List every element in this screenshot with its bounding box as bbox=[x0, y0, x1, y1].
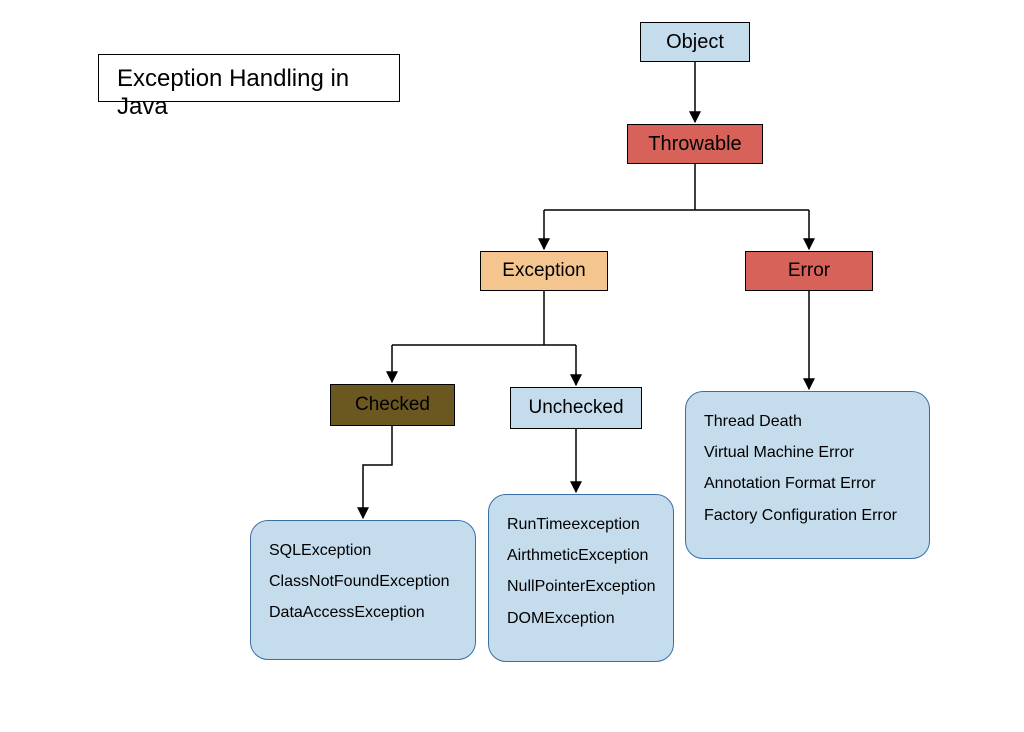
node-unchecked: Unchecked bbox=[510, 387, 642, 429]
node-checked: Checked bbox=[330, 384, 455, 426]
list-item: Thread Death bbox=[704, 406, 911, 437]
list-item: SQLException bbox=[269, 535, 457, 566]
list-item: DataAccessException bbox=[269, 597, 457, 628]
list-item: Factory Configuration Error bbox=[704, 500, 911, 531]
node-object: Object bbox=[640, 22, 750, 62]
list-item: ClassNotFoundException bbox=[269, 566, 457, 597]
list-item: RunTimeexception bbox=[507, 509, 655, 540]
node-throwable: Throwable bbox=[627, 124, 763, 164]
diagram-canvas: Exception Handling in Java Object Throwa… bbox=[0, 0, 1024, 732]
list-item: AirthmeticException bbox=[507, 540, 655, 571]
panel-checked-examples: SQLException ClassNotFoundException Data… bbox=[250, 520, 476, 660]
diagram-title: Exception Handling in Java bbox=[98, 54, 400, 102]
panel-unchecked-examples: RunTimeexception AirthmeticException Nul… bbox=[488, 494, 674, 662]
node-exception: Exception bbox=[480, 251, 608, 291]
list-item: Annotation Format Error bbox=[704, 468, 911, 499]
panel-error-examples: Thread Death Virtual Machine Error Annot… bbox=[685, 391, 930, 559]
list-item: Virtual Machine Error bbox=[704, 437, 911, 468]
node-error: Error bbox=[745, 251, 873, 291]
list-item: DOMException bbox=[507, 603, 655, 634]
list-item: NullPointerException bbox=[507, 571, 655, 602]
